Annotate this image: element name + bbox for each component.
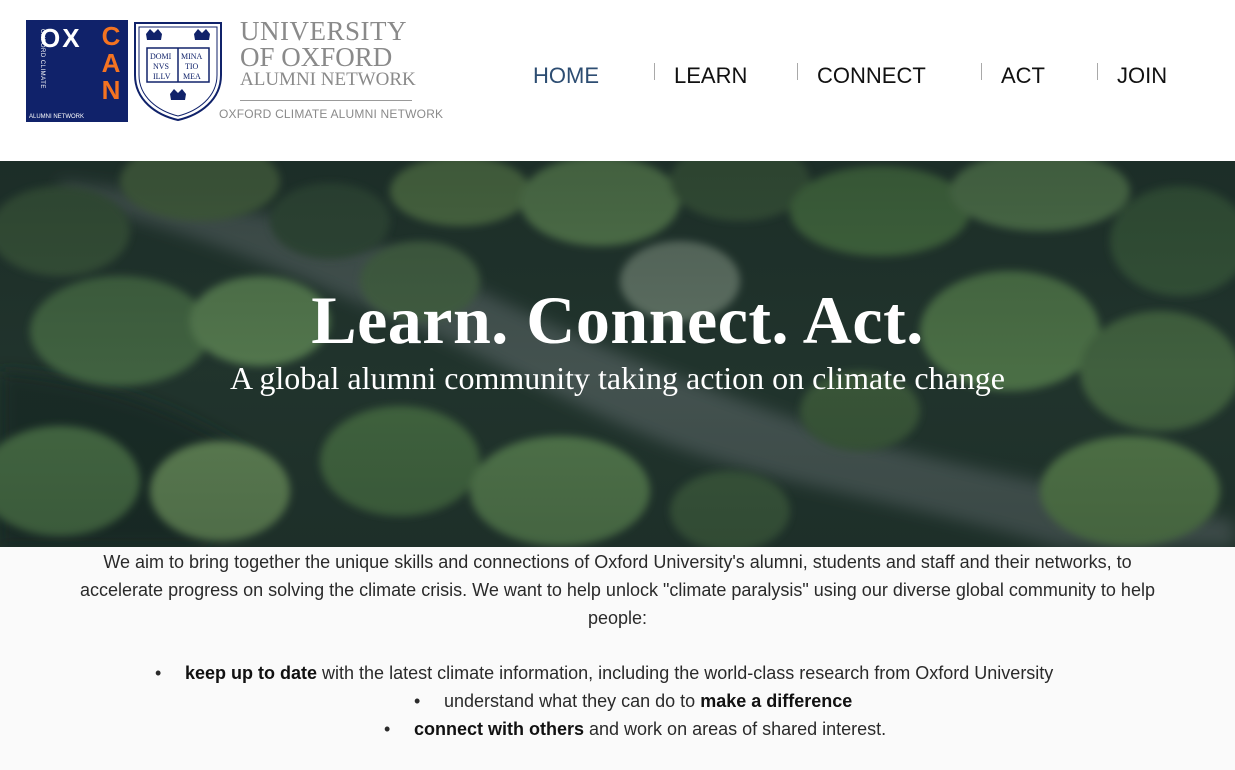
oxcan-letter: N (101, 75, 121, 105)
site-header: OX C A N OXFORD CLIMATE ALUMNI NETWORK D… (0, 0, 1235, 161)
nav-divider (654, 63, 655, 80)
intro-paragraph: We aim to bring together the unique skil… (80, 552, 1155, 628)
hero-subtitle: A global alumni community taking action … (230, 360, 1005, 396)
list-item: • connect with others and work on areas o… (384, 715, 886, 743)
oxford-crest-icon: DOMI NVS ILLV MINA TIO MEA (134, 22, 222, 122)
list-item-bold: make a difference (700, 691, 853, 711)
university-line-1: UNIVERSITY (240, 16, 407, 46)
wordmark-divider (240, 100, 412, 101)
crest-book-text: MEA (183, 72, 201, 81)
oxcan-logo-can: C A N (99, 23, 123, 104)
list-item: • keep up to date with the latest climate… (155, 659, 1053, 687)
oxcan-logo-side-text: OXFORD CLIMATE (39, 29, 45, 89)
oxcan-letter: A (101, 48, 121, 78)
crest-book-text: ILLV (153, 72, 171, 81)
oxcan-logo-ox: OX (40, 23, 82, 53)
university-line-3: ALUMNI NETWORK (240, 69, 416, 90)
oxcan-logo[interactable]: OX C A N OXFORD CLIMATE ALUMNI NETWORK (26, 20, 128, 122)
crest-book-text: TIO (185, 62, 199, 71)
list-item: • understand what they can do to make a d… (414, 687, 852, 715)
nav-divider (797, 63, 798, 80)
nav-act[interactable]: ACT (1001, 63, 1045, 89)
list-item-bold: keep up to date (185, 663, 318, 683)
list-item-text: and work on areas of shared interest. (584, 719, 887, 739)
crest-book-text: DOMI (150, 52, 172, 61)
oxcan-letter: C (101, 21, 121, 51)
network-name: OXFORD CLIMATE ALUMNI NETWORK (219, 107, 444, 121)
list-item-text: understand what they can do to (444, 691, 701, 711)
nav-divider (981, 63, 982, 80)
university-wordmark: UNIVERSITY OF OXFORD ALUMNI NETWORK (240, 18, 416, 90)
hero-title: Learn. Connect. Act. (311, 282, 924, 358)
nav-home[interactable]: HOME (533, 63, 599, 89)
nav-divider (1097, 63, 1098, 80)
crest-book-text: MINA (181, 52, 203, 61)
crest-book-text: NVS (153, 62, 169, 71)
hero-banner: Learn. Connect. Act. A global alumni com… (0, 161, 1235, 547)
bullet-icon: • (384, 719, 391, 739)
list-item-text: with the latest climate information, inc… (317, 663, 1054, 683)
list-item-bold: connect with others (414, 719, 585, 739)
bullet-icon: • (155, 663, 162, 683)
bullet-icon: • (414, 691, 421, 711)
nav-join[interactable]: JOIN (1117, 63, 1167, 89)
university-line-2: OF OXFORD (240, 42, 393, 72)
nav-learn[interactable]: LEARN (674, 63, 747, 89)
oxcan-logo-footer-text: ALUMNI NETWORK (29, 114, 85, 120)
nav-connect[interactable]: CONNECT (817, 63, 926, 89)
